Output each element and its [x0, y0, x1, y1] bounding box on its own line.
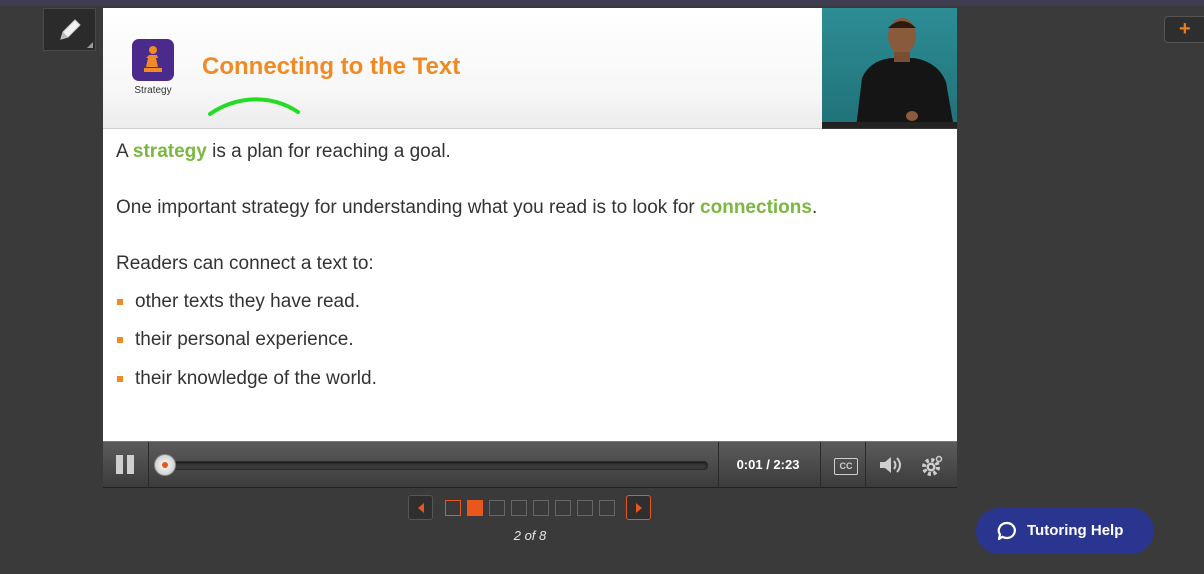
- player-controls: 0:01 / 2:23 CC: [103, 441, 957, 488]
- divider: [148, 442, 149, 488]
- slide-dot-6[interactable]: [555, 500, 571, 516]
- pause-icon: [116, 455, 123, 474]
- instructor-figure: [856, 18, 954, 128]
- slide-dot-2[interactable]: [467, 500, 483, 516]
- arrow-left-icon: [418, 503, 424, 513]
- slide-dot-7[interactable]: [577, 500, 593, 516]
- expand-corner-icon: [87, 42, 93, 48]
- list-item: their knowledge of the world.: [135, 368, 377, 389]
- closed-captions-button[interactable]: CC: [834, 458, 858, 475]
- desk: [822, 122, 957, 128]
- slide-dot-4[interactable]: [511, 500, 527, 516]
- time-display: 0:01 / 2:23: [736, 457, 800, 472]
- slide-dot-3[interactable]: [489, 500, 505, 516]
- slide-paragraph-1: A strategy is a plan for reaching a goal…: [116, 141, 451, 162]
- highlight-term: connections: [700, 197, 812, 218]
- arrow-right-icon: [636, 503, 642, 513]
- tutoring-help-label: Tutoring Help: [1027, 522, 1124, 539]
- list-item: their personal experience.: [135, 329, 354, 350]
- list-item: other texts they have read.: [135, 291, 360, 312]
- top-bar: [0, 0, 1204, 6]
- slide-content: A strategy is a plan for reaching a goal…: [103, 129, 957, 441]
- pause-icon: [127, 455, 134, 474]
- slide-pager: [408, 495, 653, 521]
- highlight-term: strategy: [132, 141, 207, 162]
- bullet-marker: [117, 376, 123, 382]
- settings-gear-icon[interactable]: [920, 454, 944, 478]
- strategy-label: Strategy: [134, 85, 172, 96]
- page-indicator: 2 of 8: [513, 528, 547, 543]
- slide-dot-8[interactable]: [599, 500, 615, 516]
- pause-button[interactable]: [116, 455, 136, 474]
- slide-dot-5[interactable]: [533, 500, 549, 516]
- slide-dot-1[interactable]: [445, 500, 461, 516]
- bullet-marker: [117, 337, 123, 343]
- add-button[interactable]: +: [1164, 16, 1204, 43]
- divider: [865, 442, 866, 488]
- pencil-tool-button[interactable]: [43, 8, 96, 51]
- strategy-icon: [132, 39, 174, 81]
- slide-paragraph-2: One important strategy for understanding…: [116, 197, 818, 218]
- pencil-icon: [60, 19, 81, 40]
- slide-header: Strategy Connecting to the Text: [103, 8, 822, 129]
- divider: [820, 442, 821, 488]
- volume-icon[interactable]: [878, 455, 902, 475]
- seek-handle[interactable]: [154, 454, 176, 476]
- next-slide-button[interactable]: [626, 495, 651, 520]
- tutoring-help-button[interactable]: Tutoring Help: [976, 508, 1154, 554]
- chat-bubble-icon: [997, 521, 1016, 541]
- annotation-stroke: [208, 97, 300, 116]
- previous-slide-button[interactable]: [408, 495, 433, 520]
- slide-title: Connecting to the Text: [202, 53, 461, 80]
- lesson-player: Strategy Connecting to the Text A strate…: [103, 8, 957, 488]
- bullet-marker: [117, 299, 123, 305]
- instructor-video[interactable]: [822, 8, 957, 128]
- seek-bar[interactable]: [166, 461, 708, 470]
- slide-paragraph-3: Readers can connect a text to:: [116, 253, 374, 274]
